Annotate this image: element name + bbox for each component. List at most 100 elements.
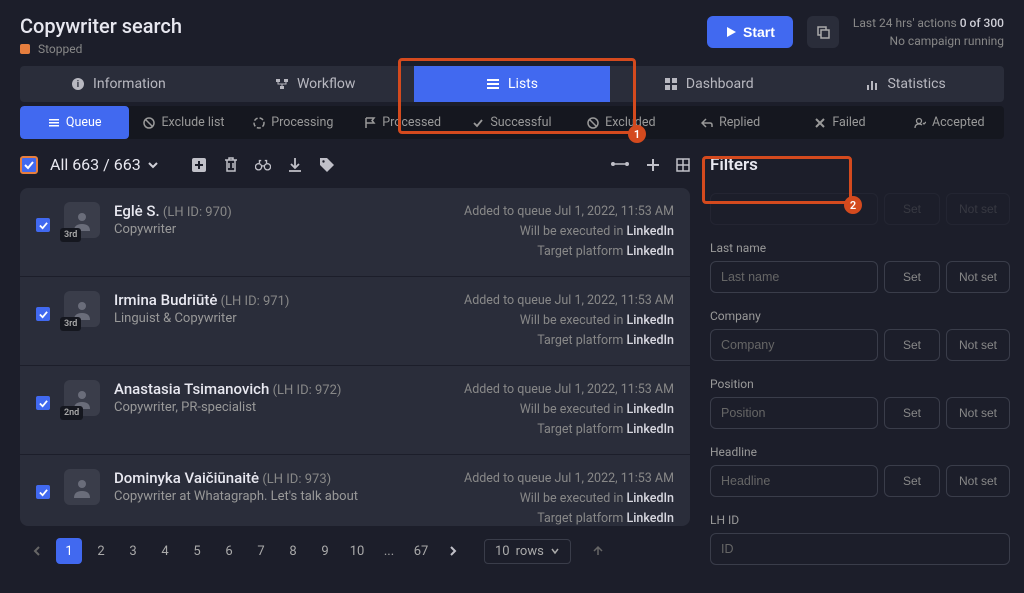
filter-lhid-label: LH ID (710, 513, 1010, 527)
duplicate-button[interactable] (807, 16, 839, 48)
processing-icon (253, 117, 265, 129)
page-title: Copywriter search (20, 14, 182, 38)
page-1[interactable]: 1 (56, 538, 82, 564)
page-10[interactable]: 10 (344, 538, 370, 564)
page-7[interactable]: 7 (248, 538, 274, 564)
start-button[interactable]: Start (707, 16, 793, 48)
subtab-replied[interactable]: Replied (676, 106, 785, 139)
subtab-successful[interactable]: Successful (457, 106, 566, 139)
filter-set-button[interactable]: Set (884, 261, 940, 293)
item-meta: Added to queue Jul 1, 2022, 11:53 AM Wil… (464, 469, 674, 526)
rows-per-page[interactable]: 10rows (484, 539, 571, 564)
tab-dashboard[interactable]: Dashboard (610, 66, 807, 102)
ban-icon (587, 117, 599, 129)
filter-notset-button[interactable]: Not set (946, 397, 1010, 429)
tab-statistics[interactable]: Statistics (807, 66, 1004, 102)
list-item[interactable]: 3rd Irmina Budriūtė (LH ID: 971) Linguis… (20, 277, 690, 366)
tab-workflow[interactable]: Workflow (217, 66, 414, 102)
subtab-processed[interactable]: Processed (348, 106, 457, 139)
row-checkbox[interactable] (36, 485, 50, 499)
item-name: Irmina Budriūtė (114, 291, 217, 309)
tab-lists[interactable]: Lists (414, 66, 611, 102)
item-meta: Added to queue Jul 1, 2022, 11:53 AM Wil… (464, 202, 674, 262)
page-2[interactable]: 2 (88, 538, 114, 564)
list-item[interactable]: Dominyka Vaičiūnaitė (LH ID: 973) Copywr… (20, 455, 690, 526)
sub-tabs: Queue Exclude list Processing Processed … (20, 106, 1004, 139)
stats-line-2: No campaign running (853, 32, 1004, 50)
subtab-processing[interactable]: Processing (239, 106, 348, 139)
filter-set-button[interactable]: Set (884, 397, 940, 429)
item-id: (LH ID: 973) (262, 472, 331, 487)
subtab-exclude[interactable]: Exclude list (129, 106, 238, 139)
plus-icon[interactable] (646, 158, 660, 172)
page-6[interactable]: 6 (216, 538, 242, 564)
scroll-top[interactable] (585, 538, 611, 564)
play-icon (725, 26, 737, 38)
status-indicator (20, 44, 30, 54)
page-...[interactable]: ... (376, 538, 402, 564)
list-container: 3rd Eglė S. (LH ID: 970) Copywriter Adde… (20, 188, 690, 526)
start-button-label: Start (743, 24, 775, 40)
status-text: Stopped (38, 42, 82, 56)
x-icon (814, 117, 826, 129)
download-icon[interactable] (287, 157, 303, 173)
item-subtitle: Copywriter (114, 222, 450, 237)
main-tabs: iInformation Workflow Lists Dashboard St… (20, 66, 1004, 102)
stats-line-1: Last 24 hrs' actions 0 of 300 (853, 14, 1004, 32)
page-67[interactable]: 67 (408, 538, 434, 564)
add-icon[interactable] (191, 157, 207, 173)
grid-icon[interactable] (676, 158, 690, 172)
item-subtitle: Copywriter, PR-specialist (114, 400, 450, 415)
item-meta: Added to queue Jul 1, 2022, 11:53 AM Wil… (464, 380, 674, 440)
filter-position-input[interactable] (710, 397, 878, 429)
list-item[interactable]: 3rd Eglė S. (LH ID: 970) Copywriter Adde… (20, 188, 690, 277)
tab-information[interactable]: iInformation (20, 66, 217, 102)
tag-icon[interactable] (319, 157, 335, 173)
header: Copywriter search Stopped Start Last 24 … (0, 0, 1024, 66)
item-subtitle: Copywriter at Whatagraph. Let's talk abo… (114, 489, 450, 504)
filter-notset-button[interactable]: Not set (946, 329, 1010, 361)
subtab-failed[interactable]: Failed (785, 106, 894, 139)
avatar: 3rd (64, 202, 100, 238)
filter-lastname-input[interactable] (710, 261, 878, 293)
avatar: 3rd (64, 291, 100, 327)
filter-notset-button[interactable]: Not set (946, 465, 1010, 497)
count-dropdown[interactable]: All 663 / 663 (50, 155, 159, 174)
degree-badge: 3rd (60, 317, 81, 331)
row-checkbox[interactable] (36, 218, 50, 232)
filter-set-button[interactable]: Set (884, 193, 940, 225)
subtab-accepted[interactable]: Accepted (895, 106, 1004, 139)
page-next[interactable] (440, 538, 466, 564)
page-9[interactable]: 9 (312, 538, 338, 564)
annotation-badge-2: 2 (844, 196, 862, 214)
dashboard-icon (664, 77, 678, 91)
page-5[interactable]: 5 (184, 538, 210, 564)
item-meta: Added to queue Jul 1, 2022, 11:53 AM Wil… (464, 291, 674, 351)
flag-icon (364, 117, 376, 129)
item-name: Anastasia Tsimanovich (114, 380, 269, 398)
filter-notset-button[interactable]: Not set (946, 193, 1010, 225)
connector-icon[interactable] (610, 158, 630, 172)
subtab-queue[interactable]: Queue (20, 106, 129, 139)
filter-company-input[interactable] (710, 329, 878, 361)
page-prev[interactable] (24, 538, 50, 564)
workflow-icon (275, 77, 289, 91)
queue-icon (48, 117, 60, 129)
filter-set-button[interactable]: Set (884, 465, 940, 497)
filter-set-button[interactable]: Set (884, 329, 940, 361)
filter-headline-input[interactable] (710, 465, 878, 497)
page-3[interactable]: 3 (120, 538, 146, 564)
delete-icon[interactable] (223, 157, 239, 173)
row-checkbox[interactable] (36, 307, 50, 321)
filter-notset-button[interactable]: Not set (946, 261, 1010, 293)
row-checkbox[interactable] (36, 396, 50, 410)
page-4[interactable]: 4 (152, 538, 178, 564)
binoculars-icon[interactable] (255, 157, 271, 173)
page-8[interactable]: 8 (280, 538, 306, 564)
annotation-badge-1: 1 (628, 125, 646, 143)
filter-company-label: Company (710, 309, 1010, 323)
select-all-checkbox[interactable] (20, 156, 38, 174)
filter-lhid-input[interactable] (710, 533, 1010, 565)
list-item[interactable]: 2nd Anastasia Tsimanovich (LH ID: 972) C… (20, 366, 690, 455)
subtab-excluded[interactable]: Excluded (567, 106, 676, 139)
